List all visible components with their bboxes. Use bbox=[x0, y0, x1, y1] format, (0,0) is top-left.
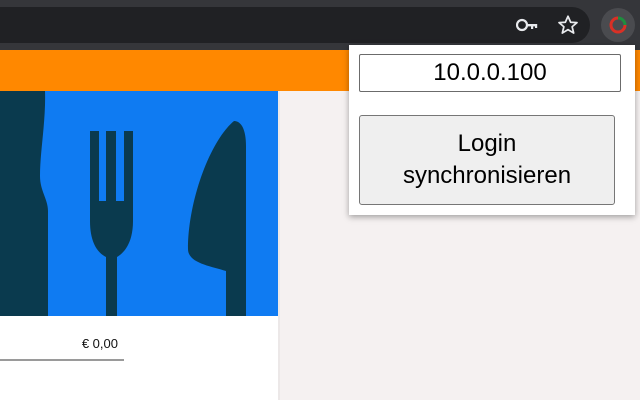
product-image bbox=[0, 91, 278, 316]
address-bar[interactable] bbox=[0, 7, 590, 43]
browser-toolbar bbox=[0, 0, 640, 50]
cutlery-icon bbox=[0, 91, 246, 316]
ip-address-input[interactable] bbox=[359, 54, 621, 92]
extension-icon[interactable] bbox=[601, 8, 635, 42]
star-icon[interactable] bbox=[556, 13, 580, 37]
price-divider bbox=[0, 359, 124, 361]
product-card[interactable]: € 0,00 bbox=[0, 91, 278, 400]
extension-popup: Login synchronisieren bbox=[349, 45, 635, 215]
sync-login-button[interactable]: Login synchronisieren bbox=[359, 115, 615, 205]
price-label: € 0,00 bbox=[81, 336, 118, 351]
browser-window: € 0,00 Login synchronisieren bbox=[0, 0, 640, 400]
key-icon[interactable] bbox=[515, 13, 539, 37]
content-divider bbox=[278, 91, 280, 400]
